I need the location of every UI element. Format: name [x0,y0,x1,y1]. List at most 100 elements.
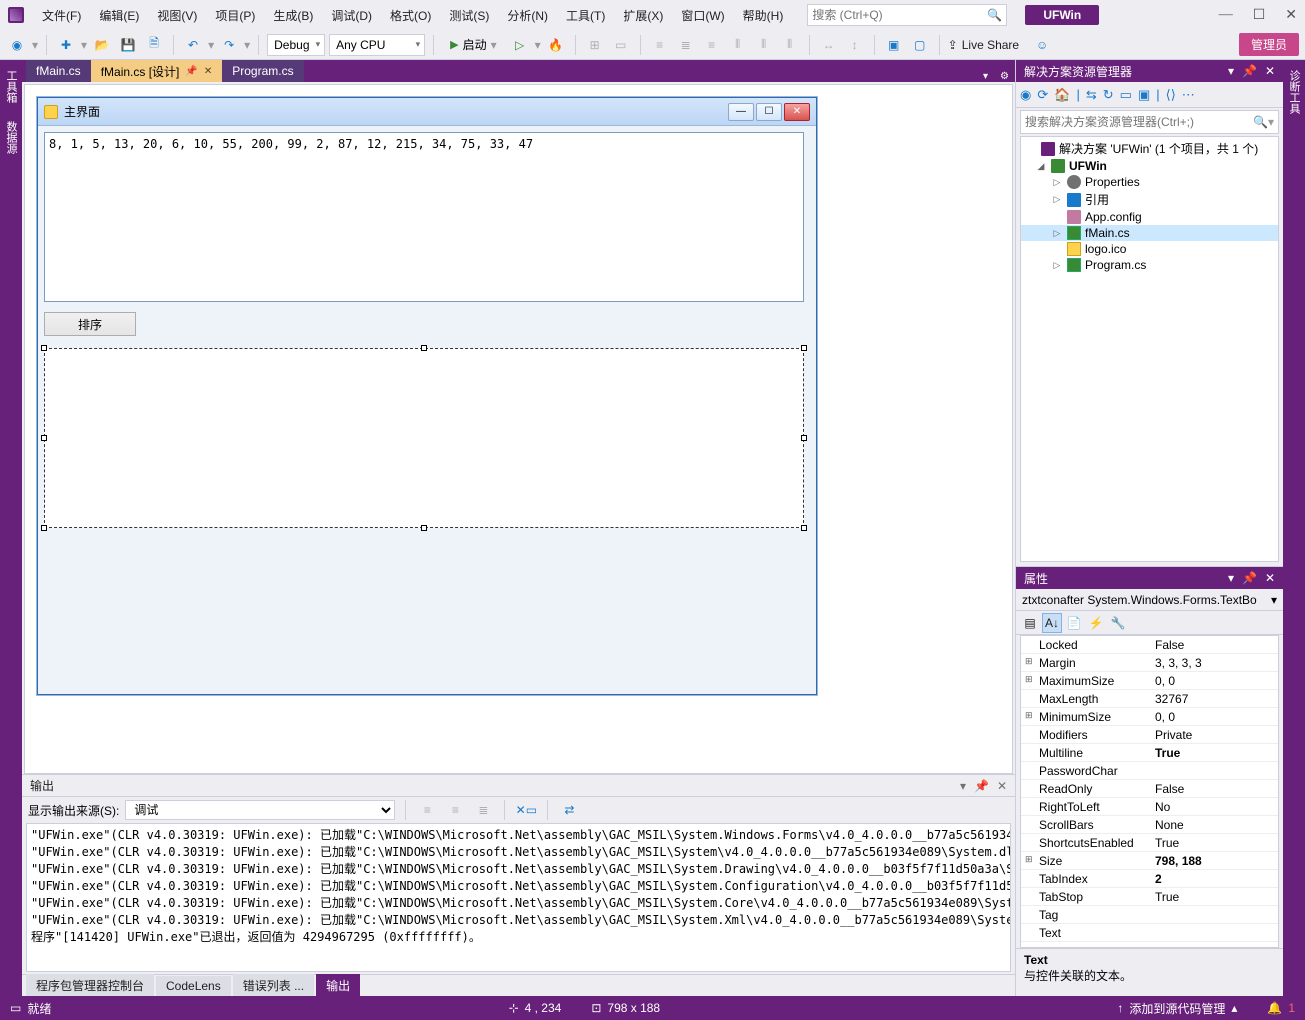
start-no-debug-button[interactable]: ▷ [509,34,531,56]
sol-home2-icon[interactable]: 🏠 [1054,87,1070,103]
solution-search-input[interactable] [1025,115,1253,129]
menu-item[interactable]: 格式(O) [382,3,439,28]
send-back-icon[interactable]: ▢ [909,34,931,56]
doc-tabs-pin-icon[interactable]: ⚙ [994,71,1015,82]
close-button[interactable]: ✕ [1285,7,1297,24]
property-row[interactable]: Size798, 188 [1021,852,1278,870]
panel-pin-icon[interactable]: 📌 [1242,64,1257,78]
property-row[interactable]: MaxLength32767 [1021,690,1278,708]
menu-item[interactable]: 扩展(X) [615,3,671,28]
save-button[interactable]: 💾 [117,34,139,56]
menu-item[interactable]: 调试(D) [323,3,380,28]
property-row[interactable]: TabIndex2 [1021,870,1278,888]
property-row[interactable]: TabStopTrue [1021,888,1278,906]
bottom-tab[interactable]: 程序包管理器控制台 [26,974,154,997]
resize-handle[interactable] [421,525,427,531]
tree-solution-node[interactable]: 解决方案 'UFWin' (1 个项目，共 1 个) [1021,139,1278,158]
maximize-button[interactable]: ☐ [1253,7,1266,24]
sol-more-icon[interactable]: ⋯ [1182,87,1195,103]
tree-project-node[interactable]: ◢UFWin [1021,158,1278,174]
output-toggle-icon[interactable]: ⇄ [558,799,580,821]
menu-item[interactable]: 分析(N) [499,3,556,28]
tree-item[interactable]: ▷fMain.cs [1021,225,1278,241]
menu-item[interactable]: 窗口(W) [673,3,732,28]
property-row[interactable]: Tag [1021,906,1278,924]
bottom-tab[interactable]: 输出 [316,974,360,997]
property-row[interactable]: Margin3, 3, 3, 3 [1021,654,1278,672]
property-row[interactable]: PasswordChar [1021,762,1278,780]
resize-handle[interactable] [41,435,47,441]
sol-view-icon[interactable]: ⟨⟩ [1166,87,1176,103]
undo-button[interactable]: ↶ [182,34,204,56]
props-pages-icon[interactable]: 🔧 [1108,613,1128,633]
side-tab[interactable]: 工具箱 [1,66,21,107]
bring-front-icon[interactable]: ▣ [883,34,905,56]
property-row[interactable]: RightToLeftNo [1021,798,1278,816]
props-categorized-icon[interactable]: ▤ [1020,613,1040,633]
textbox-after-selected[interactable] [44,348,804,528]
back-button[interactable]: ◉ [6,34,28,56]
designer-surface[interactable]: 主界面 — ☐ ✕ 8, 1, 5, 13, 20, 6, 10, 55, 20… [24,84,1013,774]
output-clear-icon[interactable]: ✕▭ [515,799,537,821]
property-row[interactable]: ScrollBarsNone [1021,816,1278,834]
start-button[interactable]: ▶启动 ▾ [442,34,505,56]
solution-search[interactable]: 🔍▾ [1020,110,1279,134]
sol-sync-icon[interactable]: ⟳ [1037,87,1048,103]
resize-handle[interactable] [801,525,807,531]
panel-dropdown-icon[interactable]: ▾ [1228,64,1234,78]
tree-item[interactable]: ▷Properties [1021,174,1278,190]
props-events-icon[interactable]: ⚡ [1086,613,1106,633]
live-share-button[interactable]: ⇪Live Share [948,38,1019,52]
document-tab[interactable]: Program.cs [222,60,303,82]
menu-item[interactable]: 视图(V) [149,3,205,28]
menu-item[interactable]: 文件(F) [34,3,89,28]
resize-handle[interactable] [41,525,47,531]
solution-tree[interactable]: 解决方案 'UFWin' (1 个项目，共 1 个) ◢UFWin ▷Prope… [1020,136,1279,562]
panel-close-icon[interactable]: ✕ [1265,64,1275,78]
props-alpha-icon[interactable]: A↓ [1042,613,1062,633]
sol-home-icon[interactable]: ◉ [1020,87,1031,103]
panel-dropdown-icon[interactable]: ▾ [1228,571,1234,585]
resize-handle[interactable] [41,345,47,351]
menu-item[interactable]: 编辑(E) [91,3,147,28]
config-dropdown[interactable]: Debug [267,34,325,56]
sol-collapse-icon[interactable]: ⇆ [1086,87,1097,103]
sol-props-icon[interactable]: ▣ [1138,87,1150,103]
properties-grid[interactable]: LockedFalseMargin3, 3, 3, 3MaximumSize0,… [1020,635,1279,948]
textbox-before[interactable]: 8, 1, 5, 13, 20, 6, 10, 55, 200, 99, 2, … [44,132,804,302]
output-text[interactable]: "UFWin.exe"(CLR v4.0.30319: UFWin.exe): … [26,823,1011,972]
property-row[interactable]: ReadOnlyFalse [1021,780,1278,798]
menu-item[interactable]: 帮助(H) [735,3,792,28]
bottom-tab[interactable]: 错误列表 ... [233,974,314,997]
output-source-dropdown[interactable]: 调试 [125,800,395,820]
source-control-button[interactable]: ↑添加到源代码管理▴ [1117,1000,1237,1017]
tree-item[interactable]: ▷Program.cs [1021,257,1278,273]
document-tab[interactable]: fMain.cs [26,60,91,82]
sol-showall-icon[interactable]: ▭ [1120,87,1132,103]
resize-handle[interactable] [421,345,427,351]
menu-item[interactable]: 生成(B) [265,3,321,28]
property-row[interactable]: Text [1021,924,1278,942]
sol-refresh-icon[interactable]: ↻ [1103,87,1114,103]
quick-search-input[interactable] [812,8,987,22]
property-row[interactable]: ShortcutsEnabledTrue [1021,834,1278,852]
diagnostics-tab[interactable]: 诊断工具 [1284,66,1304,118]
open-button[interactable]: 📂 [91,34,113,56]
hot-reload-icon[interactable]: 🔥 [545,34,567,56]
new-project-button[interactable]: ✚ [55,34,77,56]
resize-handle[interactable] [801,435,807,441]
tree-item[interactable]: ▷引用 [1021,190,1278,209]
sort-button[interactable]: 排序 [44,312,136,336]
menu-item[interactable]: 工具(T) [558,3,613,28]
bottom-tab[interactable]: CodeLens [156,976,231,996]
menu-item[interactable]: 项目(P) [207,3,263,28]
minimize-button[interactable]: — [1219,7,1233,24]
props-props-icon[interactable]: 📄 [1064,613,1084,633]
panel-dropdown-icon[interactable]: ▾ [960,779,966,793]
property-row[interactable]: ModifiersPrivate [1021,726,1278,744]
notifications-button[interactable]: 🔔1 [1267,1001,1295,1015]
save-all-button[interactable]: 🗎 [143,34,165,56]
resize-handle[interactable] [801,345,807,351]
quick-search[interactable]: 🔍 [807,4,1007,26]
doc-tabs-dropdown-icon[interactable]: ▾ [977,71,994,82]
